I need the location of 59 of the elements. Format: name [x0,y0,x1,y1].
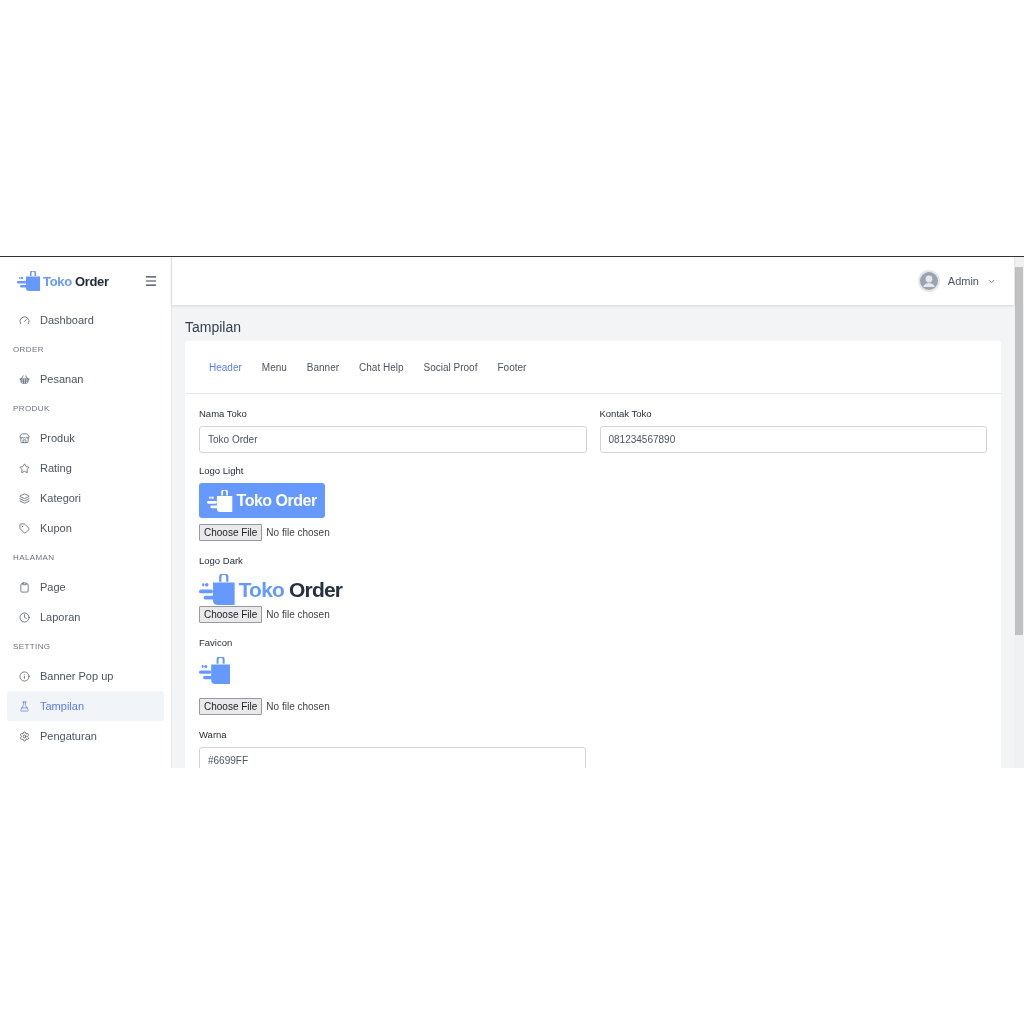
flask-icon [19,700,30,712]
file-status: No file chosen [266,701,330,712]
tab[interactable]: Header [199,357,252,377]
choose-file-button[interactable]: Choose File [199,606,263,623]
file-status: No file chosen [266,609,330,620]
sidebar-item[interactable]: Page [7,572,164,602]
tab[interactable]: Footer [487,357,537,377]
sidebar-item[interactable]: Rating [7,453,164,483]
bag-icon [207,489,233,512]
logo-text: Toko Order [238,577,343,602]
field-label: Nama Toko [199,408,248,419]
sidebar-item[interactable]: Laporan [7,602,164,632]
sidebar-item[interactable]: Banner Pop up [7,661,164,691]
section-heading: ORDER [13,345,44,354]
brand-name: Toko Order [43,273,109,289]
sidebar-item[interactable]: Kupon [7,513,164,543]
field-label: Favicon [199,637,233,648]
bag-icon [199,574,235,605]
user-menu[interactable]: Admin [947,275,979,287]
sidebar-item[interactable]: Pesanan [7,364,164,394]
clipboard-icon [19,581,30,593]
section-heading: SETTING [13,642,51,651]
field-label: Logo Dark [199,555,243,566]
sidebar-item[interactable]: Tampilan [7,691,164,721]
sidebar-item[interactable]: Pengaturan [7,721,164,751]
choose-file-button[interactable]: Choose File [199,698,263,715]
tab[interactable]: Menu [251,357,297,377]
section-heading: PRODUK [13,404,50,413]
field-label: Warna [199,729,228,740]
clock-icon [19,611,30,623]
section-heading: HALAMAN [13,553,55,562]
settings-icon [19,730,30,742]
menu-icon[interactable] [144,274,158,288]
sidebar-item[interactable]: Dashboard [7,305,164,335]
tag-icon [19,522,30,534]
text-field[interactable]: 081234567890 [599,426,987,453]
text-field[interactable]: Toko Order [199,426,587,453]
info-icon [19,670,30,682]
field-label: Logo Light [199,465,244,476]
page-title: Tampilan [185,319,243,335]
bag-icon [199,657,231,684]
logo-icon [17,271,40,291]
tab[interactable]: Social Proof [413,357,488,377]
color-field[interactable]: #6699FF [199,747,586,768]
field-label: Kontak Toko [599,408,653,419]
file-status: No file chosen [266,527,330,538]
store-icon [19,432,30,444]
gauge-icon [19,314,30,326]
sidebar-item[interactable]: Kategori [7,483,164,513]
choose-file-button[interactable]: Choose File [199,524,263,541]
basket-icon [19,373,30,385]
sidebar-item[interactable]: Produk [7,423,164,453]
tab[interactable]: Banner [296,357,350,377]
scrollbar[interactable] [1014,257,1024,768]
star-icon [19,462,30,474]
logo-text: Toko Order [236,491,317,510]
tab[interactable]: Chat Help [349,357,414,377]
avatar-icon[interactable] [917,270,940,292]
layers-icon [19,492,30,504]
